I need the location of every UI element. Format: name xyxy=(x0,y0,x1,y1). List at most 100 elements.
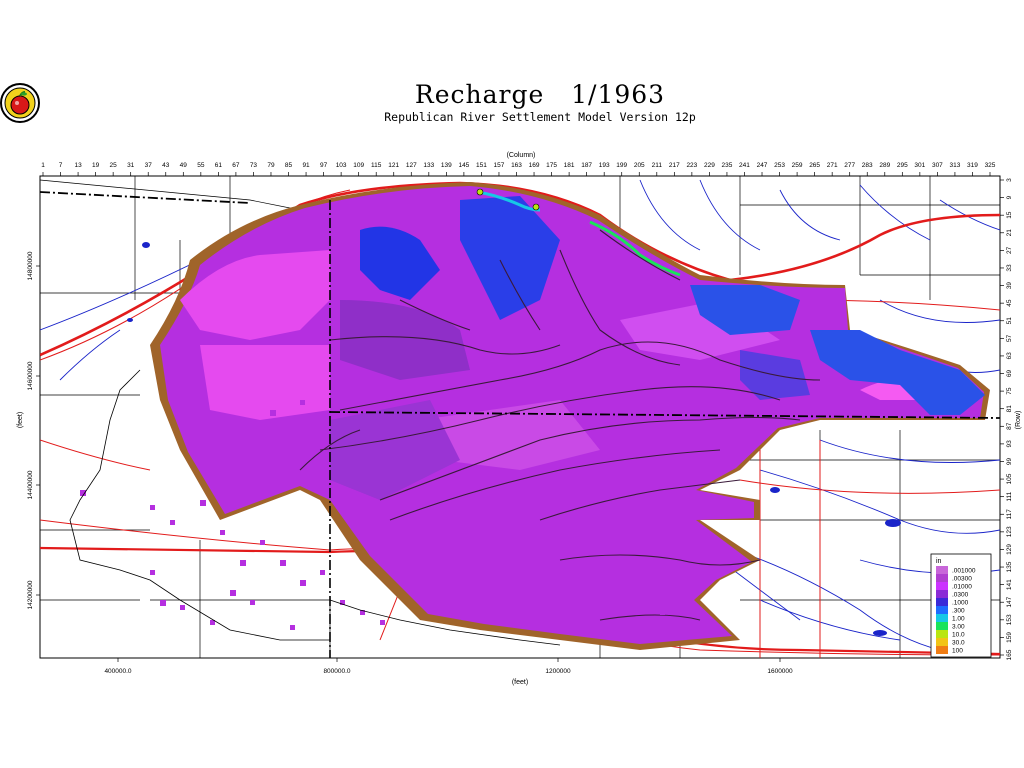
top-tick-label: 151 xyxy=(476,162,487,169)
top-tick-label: 289 xyxy=(879,162,890,169)
top-tick-label: 61 xyxy=(215,162,223,169)
top-tick-label: 127 xyxy=(406,162,417,169)
right-tick-label: 141 xyxy=(1006,579,1013,590)
top-tick-label: 19 xyxy=(92,162,100,169)
left-axis-ticks: 14800000 14600000 14400000 14200000 xyxy=(27,251,40,609)
right-tick-label: 9 xyxy=(1006,195,1013,199)
right-tick-label: 165 xyxy=(1006,649,1013,660)
right-tick-label: 39 xyxy=(1006,282,1013,290)
right-tick-label: 129 xyxy=(1006,544,1013,555)
top-tick-label: 241 xyxy=(739,162,750,169)
recharge-hotspot xyxy=(476,188,484,196)
right-tick-label: 93 xyxy=(1006,440,1013,448)
top-tick-label: 205 xyxy=(634,162,645,169)
legend-swatch xyxy=(936,582,948,590)
top-tick-label: 199 xyxy=(616,162,627,169)
top-tick-label: 175 xyxy=(546,162,557,169)
top-axis-ticks: 1 7 13 19 25 31 37 43 49 55 61 67 73 79 85 91 97 103 109 11… xyxy=(41,162,996,176)
legend-swatch xyxy=(936,598,948,606)
top-tick-label: 193 xyxy=(599,162,610,169)
bottom-axis-label: (feet) xyxy=(512,679,528,686)
top-tick-label: 253 xyxy=(774,162,785,169)
top-tick-label: 85 xyxy=(285,162,293,169)
right-axis-label: (Row) xyxy=(1015,411,1022,430)
top-tick-label: 79 xyxy=(267,162,275,169)
legend-swatch xyxy=(936,574,948,582)
top-tick-label: 211 xyxy=(652,162,663,169)
legend-swatch xyxy=(936,590,948,598)
top-tick-label: 169 xyxy=(529,162,540,169)
legend-label: 100 xyxy=(952,648,963,655)
top-tick-label: 91 xyxy=(302,162,310,169)
top-tick-label: 271 xyxy=(827,162,838,169)
right-tick-label: 117 xyxy=(1006,509,1013,520)
map-view: Recharge 1/1963 Republican River Settlem… xyxy=(0,0,1024,768)
top-axis-label: (Column) xyxy=(507,152,536,159)
legend-swatch xyxy=(936,646,948,654)
recharge-map: 1 7 13 19 25 31 37 43 49 55 61 67 73 79 85 91 97 103 109 11… xyxy=(17,152,1022,686)
right-tick-label: 75 xyxy=(1006,387,1013,395)
top-tick-label: 55 xyxy=(197,162,205,169)
legend-swatch xyxy=(936,622,948,630)
lake xyxy=(127,318,133,322)
right-tick-label: 57 xyxy=(1006,334,1013,342)
top-tick-label: 235 xyxy=(722,162,733,169)
legend-swatch xyxy=(936,606,948,614)
top-tick-label: 301 xyxy=(914,162,925,169)
legend-label: .00300 xyxy=(952,576,972,583)
top-tick-label: 73 xyxy=(250,162,258,169)
legend-label: 30.0 xyxy=(952,640,965,647)
right-tick-label: 123 xyxy=(1006,526,1013,537)
top-tick-label: 229 xyxy=(704,162,715,169)
top-tick-label: 43 xyxy=(162,162,170,169)
legend-label: 10.0 xyxy=(952,632,965,639)
right-tick-label: 147 xyxy=(1006,596,1013,607)
recharge-hotspot xyxy=(532,203,540,211)
top-tick-label: 49 xyxy=(180,162,188,169)
right-tick-label: 3 xyxy=(1006,178,1013,182)
top-tick-label: 25 xyxy=(110,162,118,169)
left-axis-label: (feet) xyxy=(17,412,24,428)
legend-label: .300 xyxy=(952,608,965,615)
right-tick-label: 45 xyxy=(1006,299,1013,307)
right-tick-label: 15 xyxy=(1006,211,1013,219)
right-tick-label: 51 xyxy=(1006,317,1013,325)
top-tick-label: 115 xyxy=(371,162,382,169)
top-tick-label: 313 xyxy=(949,162,960,169)
top-tick-label: 217 xyxy=(669,162,680,169)
top-tick-label: 223 xyxy=(686,162,697,169)
right-tick-label: 63 xyxy=(1006,352,1013,360)
top-tick-label: 31 xyxy=(127,162,135,169)
bottom-tick-label: 1600000 xyxy=(767,668,793,675)
top-tick-label: 283 xyxy=(862,162,873,169)
left-tick-label: 14600000 xyxy=(27,361,34,390)
right-tick-label: 135 xyxy=(1006,561,1013,572)
right-tick-label: 87 xyxy=(1006,422,1013,430)
top-tick-label: 325 xyxy=(985,162,996,169)
left-tick-label: 14200000 xyxy=(27,580,34,609)
bottom-tick-label: 400000.0 xyxy=(104,668,131,675)
bottom-tick-label: 1200000 xyxy=(545,668,571,675)
right-tick-label: 105 xyxy=(1006,473,1013,484)
legend: in .001000.00300.01000.0300.1000.3001.00… xyxy=(930,553,992,658)
legend-label: .0300 xyxy=(952,592,969,599)
top-tick-label: 157 xyxy=(494,162,505,169)
right-axis-ticks: 3915212733394551576369758187939910511111… xyxy=(1000,178,1013,660)
top-tick-label: 247 xyxy=(757,162,768,169)
right-tick-label: 159 xyxy=(1006,632,1013,643)
recharge-light-patch xyxy=(200,345,330,420)
right-tick-label: 69 xyxy=(1006,370,1013,378)
left-tick-label: 14400000 xyxy=(27,470,34,499)
top-tick-label: 265 xyxy=(809,162,820,169)
top-tick-label: 13 xyxy=(74,162,82,169)
top-tick-label: 295 xyxy=(897,162,908,169)
top-tick-label: 319 xyxy=(967,162,978,169)
legend-label: .01000 xyxy=(952,584,972,591)
legend-unit: in xyxy=(936,558,942,565)
right-tick-label: 99 xyxy=(1006,457,1013,465)
lake xyxy=(770,487,780,493)
right-tick-label: 27 xyxy=(1006,246,1013,254)
lake xyxy=(142,242,150,248)
legend-label: 1.00 xyxy=(952,616,965,623)
top-tick-label: 37 xyxy=(145,162,153,169)
